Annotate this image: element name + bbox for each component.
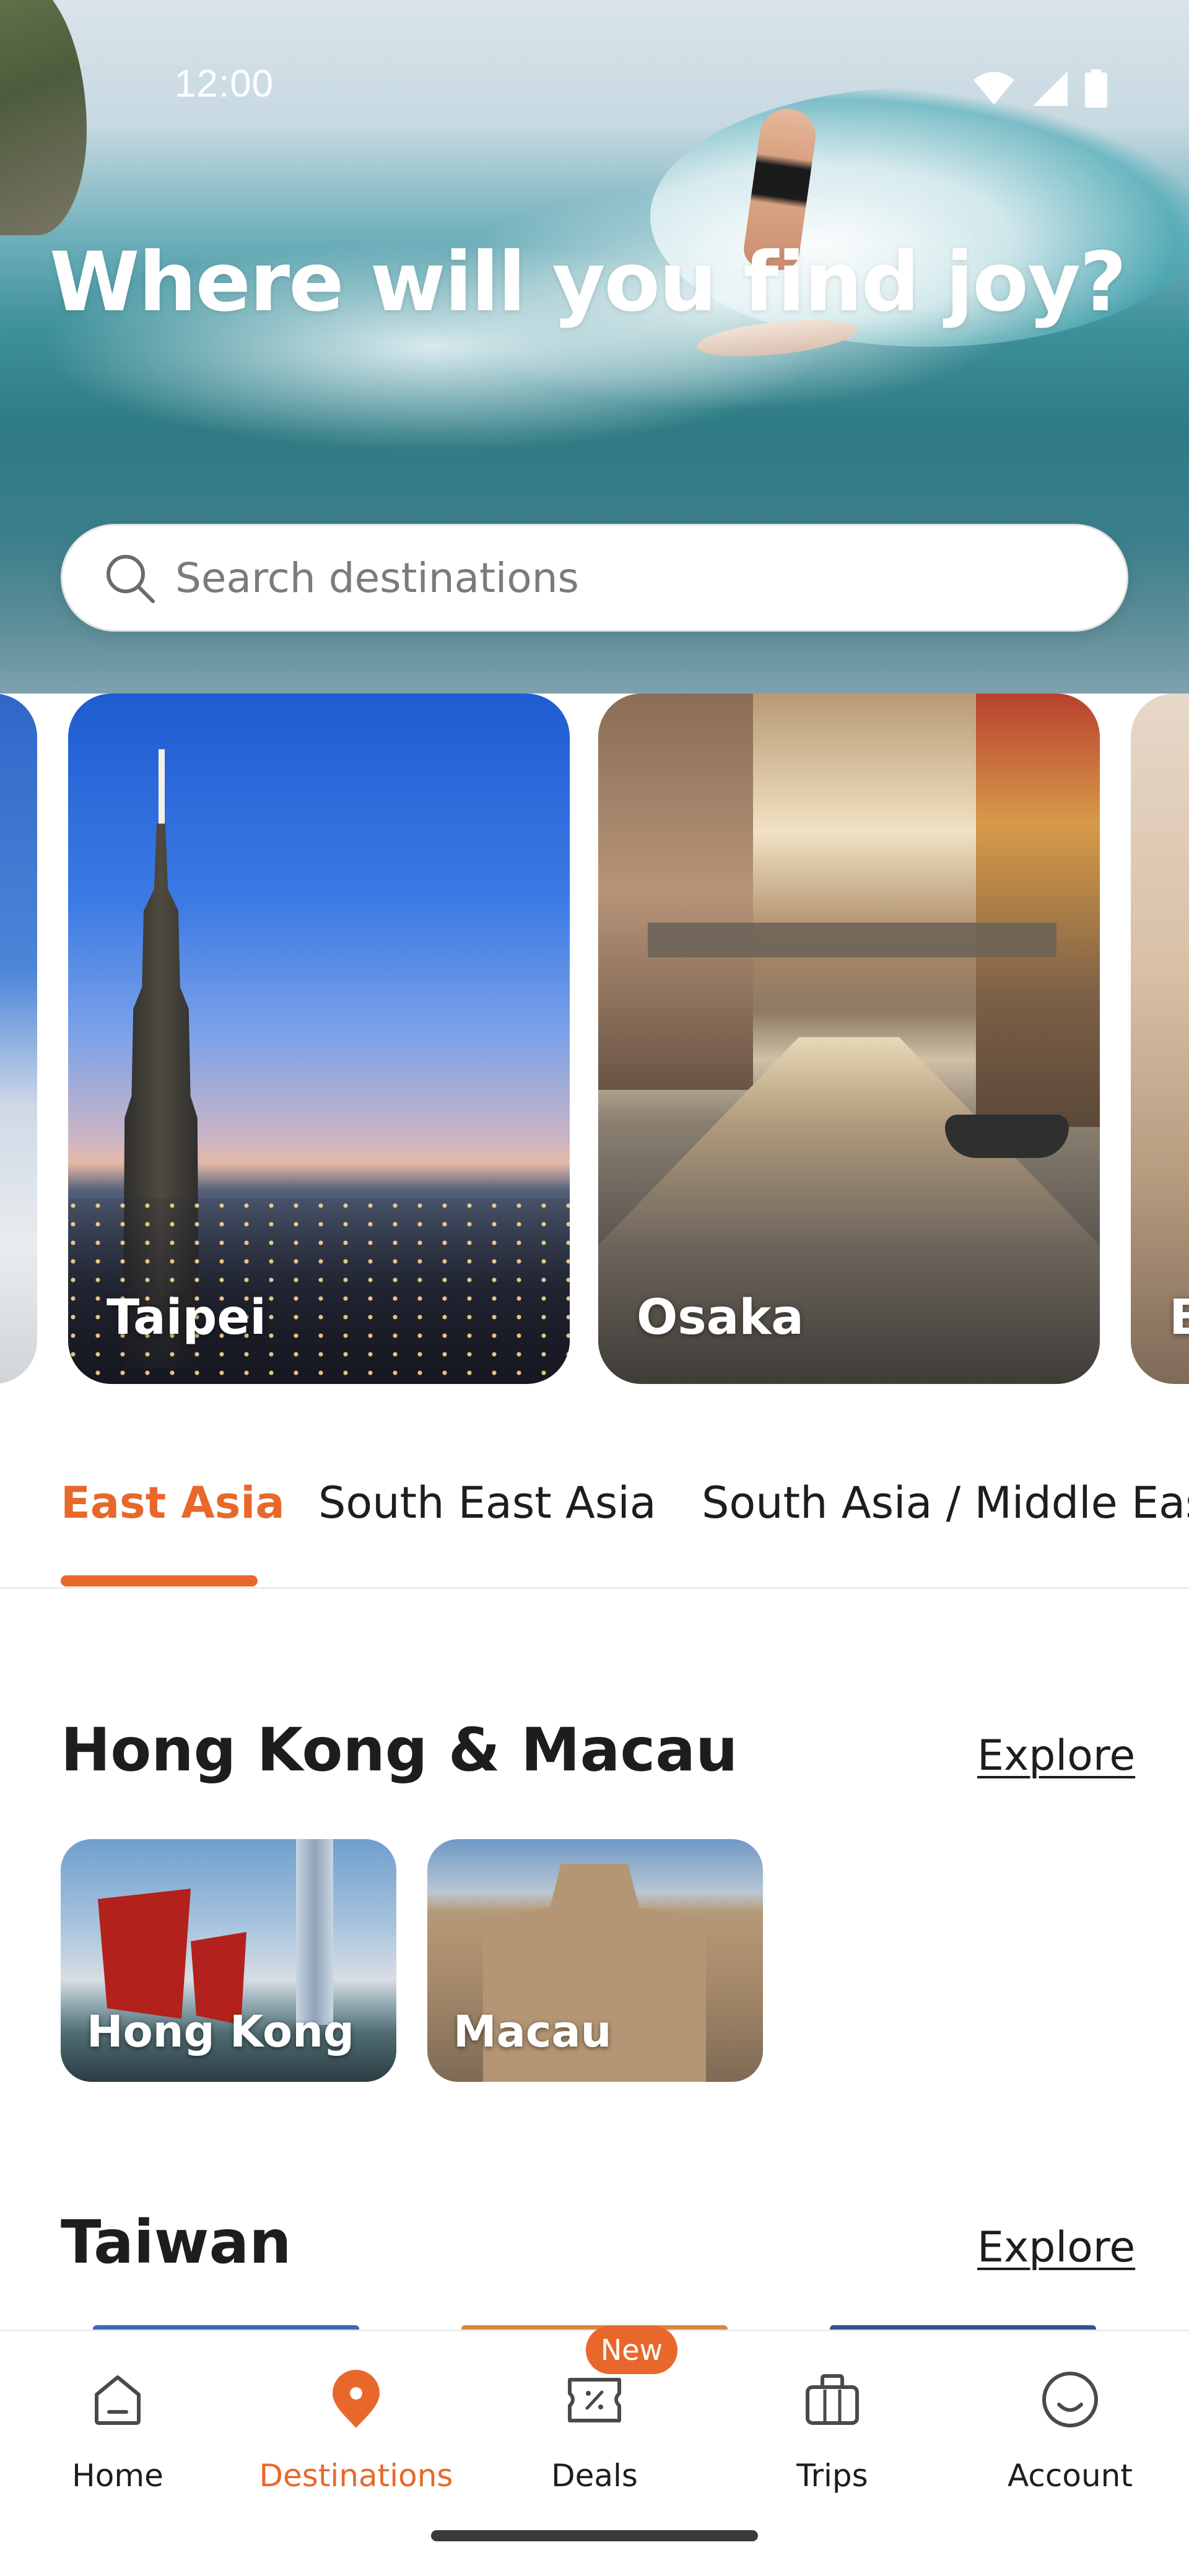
osaka-bridge-image	[648, 923, 1056, 957]
destination-card-label: B	[1169, 1290, 1189, 1346]
destination-carousel[interactable]: Taipei Osaka B	[0, 694, 1189, 1387]
tab-east-asia[interactable]: East Asia	[61, 1477, 285, 1528]
cell-signal-icon	[1032, 70, 1069, 107]
nav-label: Trips	[796, 2458, 868, 2494]
smiley-icon	[1039, 2369, 1101, 2430]
explore-link-taiwan[interactable]: Explore	[977, 2223, 1135, 2272]
home-indicator[interactable]	[431, 2530, 758, 2541]
status-time: 12:00	[175, 63, 274, 105]
city-tile-label: Macau	[453, 2006, 612, 2057]
osaka-building-image	[598, 694, 753, 1090]
nav-label: Home	[72, 2458, 163, 2494]
wifi-icon	[972, 71, 1016, 106]
nav-item-account[interactable]: Account	[971, 2369, 1169, 2511]
nav-item-deals[interactable]: Deals	[495, 2369, 694, 2511]
osaka-building-image	[976, 694, 1100, 1127]
explore-link-hong-kong-macau[interactable]: Explore	[977, 1731, 1135, 1780]
status-bar: 12:00	[0, 0, 1189, 108]
ticket-icon	[564, 2369, 625, 2430]
destination-card[interactable]: B	[1131, 694, 1189, 1384]
section-title-hong-kong-macau: Hong Kong & Macau	[61, 1715, 738, 1785]
city-tile-label: Hong Kong	[87, 2006, 355, 2057]
taipei-101-spire-image	[159, 749, 165, 836]
tab-south-east-asia[interactable]: South East Asia	[318, 1477, 656, 1528]
destination-card-osaka[interactable]: Osaka	[598, 694, 1100, 1384]
region-tabs: East Asia South East Asia South Asia / M…	[0, 1443, 1189, 1589]
junk-boat-sail-image	[98, 1889, 191, 2019]
osaka-boat-image	[945, 1115, 1069, 1158]
location-pin-icon	[325, 2369, 387, 2430]
home-icon	[87, 2369, 149, 2430]
city-tile-macau[interactable]: Macau	[427, 1839, 763, 2082]
deals-new-badge: New	[586, 2326, 677, 2374]
search-input[interactable]	[175, 554, 1073, 602]
active-tab-indicator	[61, 1575, 258, 1586]
search-icon	[102, 550, 157, 605]
battery-icon	[1085, 69, 1107, 108]
city-tile-hong-kong[interactable]: Hong Kong	[61, 1839, 396, 2082]
nav-item-home[interactable]: Home	[19, 2369, 217, 2511]
nav-item-destinations[interactable]: Destinations	[257, 2369, 455, 2511]
nav-label: Destinations	[259, 2458, 453, 2494]
destination-card-taipei[interactable]: Taipei	[68, 694, 570, 1384]
destination-card-label: Osaka	[637, 1290, 804, 1346]
destination-card-label: Taipei	[107, 1290, 266, 1346]
nav-label: Deals	[551, 2458, 638, 2494]
destination-card[interactable]	[0, 694, 37, 1384]
hero-title: Where will you find joy?	[50, 235, 1127, 330]
nav-label: Account	[1008, 2458, 1133, 2494]
briefcase-icon	[801, 2369, 863, 2430]
section-title-taiwan: Taiwan	[61, 2208, 292, 2277]
hong-kong-skyline-image	[296, 1839, 333, 2025]
status-icons	[972, 69, 1107, 108]
tab-south-asia-middle-east[interactable]: South Asia / Middle East	[702, 1477, 1189, 1528]
nav-item-trips[interactable]: Trips	[733, 2369, 931, 2511]
search-bar[interactable]	[61, 524, 1128, 632]
